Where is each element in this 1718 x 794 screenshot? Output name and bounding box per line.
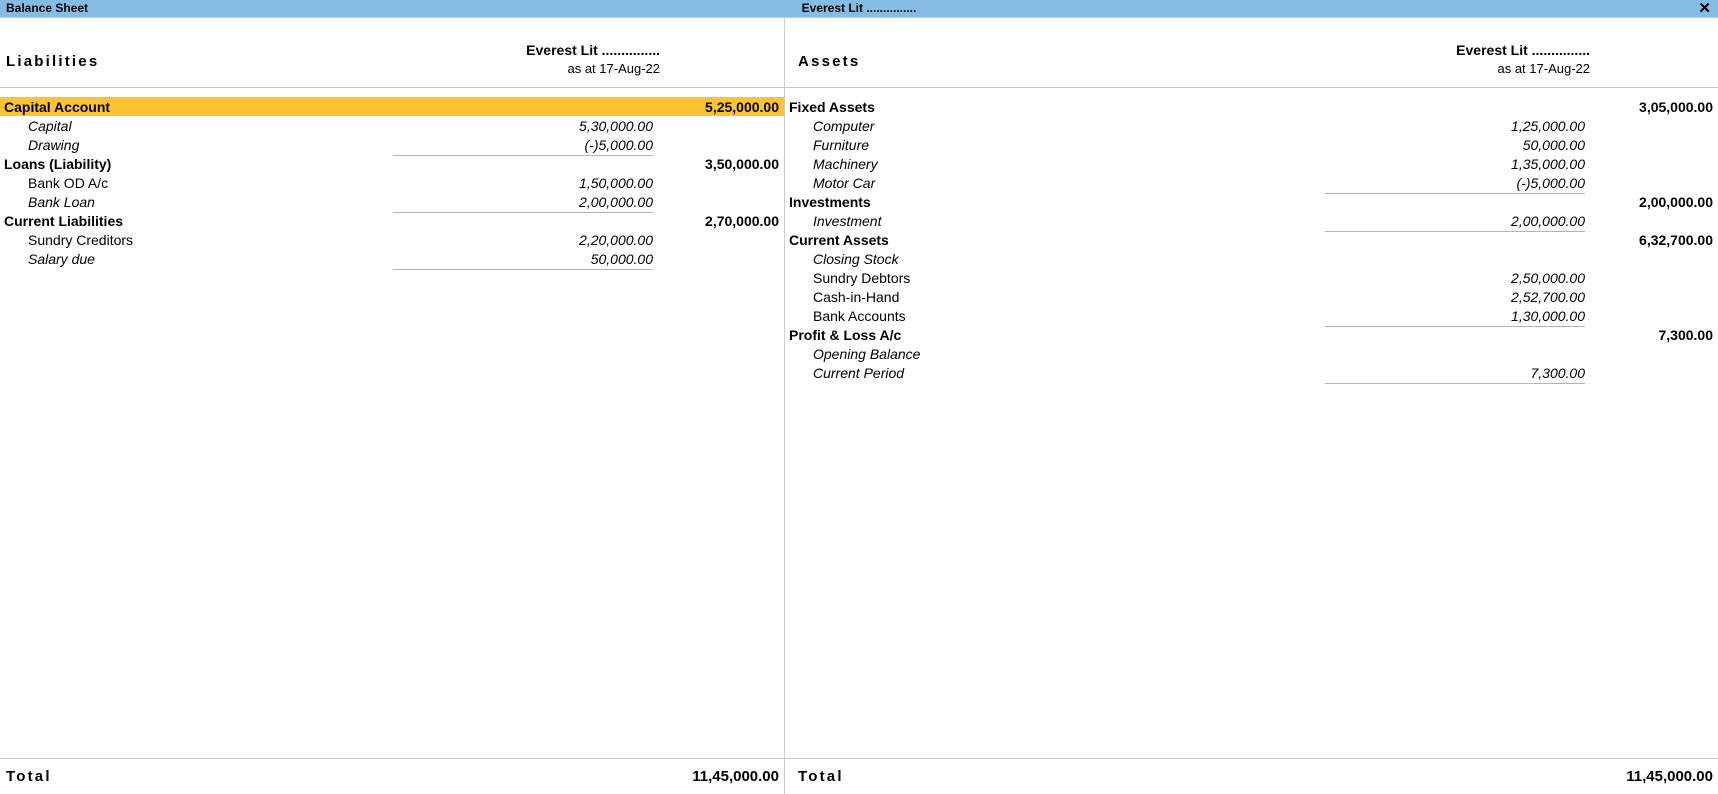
window-title-center: Everest Lit ...............	[801, 1, 917, 15]
group-label: Profit & Loss A/c	[789, 326, 902, 343]
ledger-label: Bank Accounts	[813, 307, 906, 324]
ledger-row[interactable]: Drawing (-)5,000.00	[0, 135, 784, 156]
ledger-row[interactable]: Current Period 7,300.00	[785, 363, 1718, 384]
ledger-row[interactable]: Closing Stock	[785, 249, 1718, 268]
ledger-amount: (-)5,000.00	[393, 137, 653, 156]
assets-title: Assets	[798, 53, 861, 70]
ledger-amount: 50,000.00	[393, 251, 653, 270]
ledger-row[interactable]: Sundry Creditors 2,20,000.00	[0, 230, 784, 249]
close-icon[interactable]: ✕	[1698, 0, 1711, 18]
ledger-row[interactable]: Investment 2,00,000.00	[785, 211, 1718, 232]
ledger-label: Bank OD A/c	[28, 174, 109, 191]
ledger-row[interactable]: Salary due 50,000.00	[0, 249, 784, 270]
ledger-label: Cash-in-Hand	[813, 288, 900, 305]
ledger-amount: 1,50,000.00	[579, 174, 653, 191]
liabilities-total-row: Total 11,45,000.00	[0, 758, 784, 794]
group-label: Current Assets	[789, 231, 889, 248]
ledger-label: Sundry Creditors	[28, 231, 134, 248]
ledger-row[interactable]: Opening Balance	[785, 344, 1718, 363]
ledger-amount: 5,30,000.00	[579, 117, 653, 134]
ledger-label: Machinery	[813, 155, 878, 172]
ledger-amount: 7,300.00	[1325, 365, 1585, 384]
ledger-label: Closing Stock	[813, 250, 899, 267]
assets-company-name: Everest Lit ...............	[1456, 42, 1590, 58]
ledger-amount: 1,35,000.00	[1511, 155, 1585, 172]
group-amount: 3,50,000.00	[705, 155, 779, 172]
liabilities-rows: Capital Account 5,25,000.00 Capital 5,30,00…	[0, 88, 784, 758]
group-label: Investments	[789, 193, 871, 210]
group-row[interactable]: Profit & Loss A/c 7,300.00	[785, 325, 1718, 344]
liabilities-as-at-date: as at 17-Aug-22	[567, 61, 660, 76]
group-row[interactable]: Current Liabilities 2,70,000.00	[0, 211, 784, 230]
assets-column: Assets Everest Lit ............... as at…	[785, 18, 1718, 794]
assets-total-amount: 11,45,000.00	[1626, 768, 1713, 785]
group-amount: 7,300.00	[1658, 326, 1714, 343]
ledger-amount: 2,00,000.00	[1325, 213, 1585, 232]
group-label: Fixed Assets	[789, 98, 875, 115]
ledger-row[interactable]: Cash-in-Hand 2,52,700.00	[785, 287, 1718, 306]
ledger-amount: 1,25,000.00	[1511, 117, 1585, 134]
liabilities-company-name: Everest Lit ...............	[526, 42, 660, 58]
group-row[interactable]: Fixed Assets 3,05,000.00	[785, 97, 1718, 116]
ledger-row[interactable]: Machinery 1,35,000.00	[785, 154, 1718, 173]
ledger-amount: (-)5,000.00	[1325, 175, 1585, 194]
ledger-amount: 2,50,000.00	[1511, 269, 1585, 286]
group-amount: 2,00,000.00	[1639, 193, 1713, 210]
group-amount: 6,32,700.00	[1639, 231, 1713, 248]
assets-column-header: Assets Everest Lit ............... as at…	[785, 18, 1718, 88]
ledger-amount: 1,30,000.00	[1325, 308, 1585, 327]
assets-as-at-date: as at 17-Aug-22	[1497, 61, 1590, 76]
assets-rows: Fixed Assets 3,05,000.00 Computer 1,25,000.…	[785, 88, 1718, 758]
group-amount: 3,05,000.00	[1639, 98, 1713, 115]
assets-total-label: Total	[798, 768, 844, 785]
ledger-row[interactable]: Bank OD A/c 1,50,000.00	[0, 173, 784, 192]
group-label: Loans (Liability)	[4, 155, 112, 172]
liabilities-column-header: Liabilities Everest Lit ............... …	[0, 18, 784, 88]
group-label: Current Liabilities	[4, 212, 124, 229]
ledger-label: Investment	[813, 212, 882, 229]
liabilities-total-label: Total	[6, 768, 52, 785]
ledger-label: Current Period	[813, 364, 905, 381]
ledger-label: Bank Loan	[28, 193, 95, 210]
liabilities-total-amount: 11,45,000.00	[692, 768, 779, 785]
balance-sheet: Liabilities Everest Lit ............... …	[0, 18, 1718, 794]
ledger-amount: 2,00,000.00	[393, 194, 653, 213]
group-row[interactable]: Investments 2,00,000.00	[785, 192, 1718, 211]
ledger-label: Salary due	[28, 250, 95, 267]
ledger-label: Sundry Debtors	[813, 269, 911, 286]
ledger-label: Capital	[28, 117, 72, 134]
ledger-row[interactable]: Furniture 50,000.00	[785, 135, 1718, 154]
group-row[interactable]: Current Assets 6,32,700.00	[785, 230, 1718, 249]
ledger-amount: 2,52,700.00	[1511, 288, 1585, 305]
ledger-row[interactable]: Bank Accounts 1,30,000.00	[785, 306, 1718, 327]
ledger-row[interactable]: Bank Loan 2,00,000.00	[0, 192, 784, 213]
liabilities-column: Liabilities Everest Lit ............... …	[0, 18, 785, 794]
ledger-label: Opening Balance	[813, 345, 921, 362]
group-amount: 5,25,000.00	[705, 98, 779, 115]
ledger-label: Computer	[813, 117, 875, 134]
ledger-row[interactable]: Computer 1,25,000.00	[785, 116, 1718, 135]
group-row[interactable]: Loans (Liability) 3,50,000.00	[0, 154, 784, 173]
ledger-row[interactable]: Sundry Debtors 2,50,000.00	[785, 268, 1718, 287]
window-titlebar: Balance Sheet Everest Lit ..............…	[0, 0, 1718, 18]
window-title-left: Balance Sheet	[6, 1, 89, 15]
ledger-row[interactable]: Motor Car (-)5,000.00	[785, 173, 1718, 194]
group-amount: 2,70,000.00	[705, 212, 779, 229]
ledger-label: Drawing	[28, 136, 80, 153]
liabilities-title: Liabilities	[6, 53, 100, 70]
ledger-label: Motor Car	[813, 174, 876, 191]
ledger-amount: 50,000.00	[1522, 136, 1585, 153]
ledger-amount: 2,20,000.00	[579, 231, 653, 248]
group-label: Capital Account	[4, 98, 111, 115]
group-row[interactable]: Capital Account 5,25,000.00	[0, 97, 784, 116]
ledger-label: Furniture	[813, 136, 870, 153]
assets-total-row: Total 11,45,000.00	[785, 758, 1718, 794]
ledger-row[interactable]: Capital 5,30,000.00	[0, 116, 784, 135]
